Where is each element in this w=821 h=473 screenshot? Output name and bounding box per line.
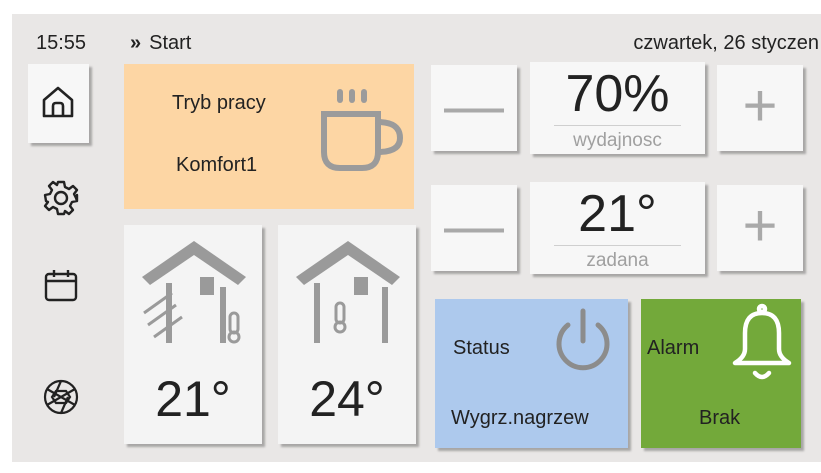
sidebar-item-home[interactable] [28,64,89,143]
bell-icon [732,303,792,380]
breadcrumb-label: Start [149,32,192,54]
efficiency-increase-button[interactable]: + [717,65,803,151]
screen: 15:55 » Start czwartek, 26 styczen Tryb … [12,14,821,462]
setpoint-increase-button[interactable]: + [717,185,803,271]
plus-icon: + [742,192,778,259]
setpoint-decrease-button[interactable]: — [431,185,517,271]
plus-icon: + [742,72,778,139]
status-tile[interactable]: Status Wygrz.nagrzew [435,299,628,448]
house-thermometer-icon [296,241,400,343]
breadcrumb[interactable]: » Start [130,32,191,55]
alarm-tile[interactable]: Alarm Brak [641,299,801,448]
divider [554,125,681,126]
aperture-icon[interactable] [42,378,80,416]
minus-icon: — [444,72,504,139]
operating-mode-value: Komfort1 [176,154,258,176]
home-icon [42,86,74,118]
setpoint-display: 21° zadana [530,182,705,274]
efficiency-display: 70% wydajnosc [530,62,705,154]
operating-mode-label: Tryb pracy [172,92,266,114]
alarm-label: Alarm [647,337,700,359]
calendar-icon[interactable] [43,267,79,303]
house-airflow-thermometer-icon [142,241,246,344]
efficiency-value: 70% [565,65,670,123]
efficiency-label: wydajnosc [573,130,662,151]
breadcrumb-chevron-icon: » [130,32,141,54]
clock: 15:55 [36,32,87,54]
setpoint-value: 21° [578,185,657,243]
alarm-value: Brak [699,407,741,429]
minus-icon: — [444,192,504,259]
operating-mode-tile[interactable]: Tryb pracy Komfort1 [124,64,414,209]
setpoint-label: zadana [586,250,649,271]
indoor-temperature-value: 24° [309,371,385,427]
outdoor-temperature-tile[interactable]: 21° [124,225,262,444]
efficiency-decrease-button[interactable]: — [431,65,517,151]
status-label: Status [453,337,510,359]
outdoor-temperature-value: 21° [155,371,231,427]
divider [554,245,681,246]
gear-icon[interactable] [42,179,80,217]
indoor-temperature-tile[interactable]: 24° [278,225,416,444]
status-value: Wygrz.nagrzew [451,407,589,429]
coffee-cup-icon [321,89,404,171]
power-icon [556,308,610,371]
date-label: czwartek, 26 styczen [633,32,819,54]
